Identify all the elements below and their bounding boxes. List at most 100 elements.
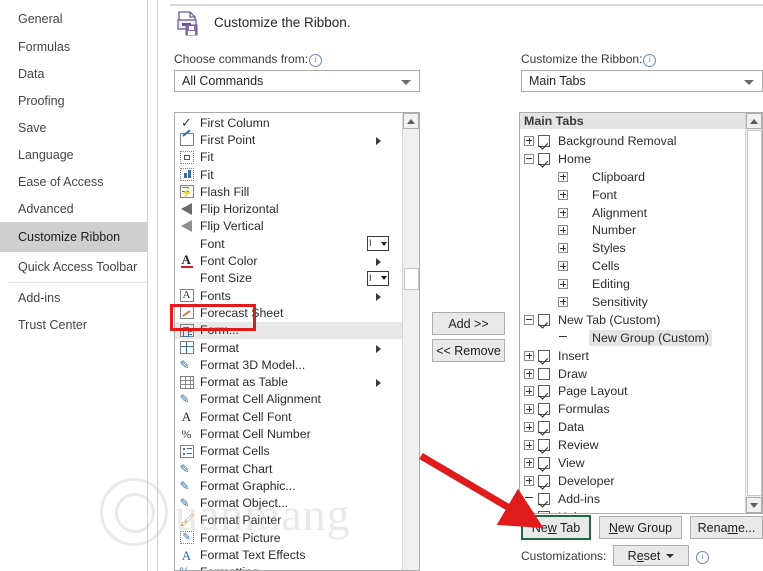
tree-node-checkbox[interactable] <box>538 152 550 165</box>
command-list-item[interactable]: ⚡ Flash Fill <box>175 183 403 200</box>
command-list-item[interactable]: Form... <box>175 321 403 339</box>
command-list-item[interactable]: A Fonts <box>175 287 403 304</box>
ribbon-tree-node[interactable]: View <box>520 454 746 472</box>
ribbon-tree-node[interactable]: Styles <box>520 239 746 257</box>
ribbon-tree-node[interactable]: Developer <box>520 472 746 490</box>
expand-icon[interactable] <box>558 225 568 236</box>
command-list-item[interactable]: A Format Cell Font <box>175 408 403 425</box>
ribbon-tree-node[interactable]: New Group (Custom) <box>520 329 746 347</box>
command-list-item[interactable]: Flip Vertical <box>175 218 403 235</box>
command-list-item[interactable]: ✓ First Column <box>175 114 403 131</box>
command-list-item[interactable]: % Formatting <box>175 564 403 570</box>
new-group-button[interactable]: New Group <box>599 516 682 539</box>
sidebar-item-language[interactable]: Language <box>0 140 148 170</box>
ribbon-tree-node[interactable]: Cells <box>520 257 746 275</box>
tree-node-checkbox[interactable] <box>538 474 550 487</box>
rename-button[interactable]: Rename... <box>690 516 763 539</box>
sidebar-item-save[interactable]: Save <box>0 113 148 143</box>
command-list-item[interactable]: A Format Text Effects <box>175 546 403 563</box>
commands-list-panel[interactable]: ✓ First Column First Point Fit Fit ⚡ Flash Fil… <box>174 112 420 571</box>
expand-icon[interactable] <box>558 243 568 254</box>
ribbon-tree-node[interactable]: Review <box>520 436 746 454</box>
command-list-item[interactable]: Font I <box>175 235 403 252</box>
sidebar-item-general[interactable]: General <box>0 4 148 34</box>
ribbon-tree-node[interactable]: Draw <box>520 365 746 383</box>
reset-button[interactable]: Reset <box>613 545 689 566</box>
expand-icon[interactable] <box>524 135 534 146</box>
scroll-down-button[interactable] <box>746 497 762 513</box>
command-list-item[interactable]: ✎ Format Graphic... <box>175 477 403 494</box>
tree-node-checkbox[interactable] <box>538 385 550 398</box>
expand-icon[interactable] <box>524 404 534 415</box>
info-icon[interactable]: i <box>309 54 323 67</box>
command-list-item[interactable]: 🖌 Format Painter <box>175 512 403 529</box>
tree-node-checkbox[interactable] <box>538 134 550 147</box>
command-list-item[interactable]: ✎ Format Cell Alignment <box>175 391 403 408</box>
command-list-item[interactable]: ✎ Format 3D Model... <box>175 356 403 373</box>
command-list-item[interactable]: ✎ Format Chart <box>175 460 403 477</box>
ribbon-tree-node[interactable]: Data <box>520 418 746 436</box>
ribbon-tree-node[interactable]: Home <box>520 150 746 168</box>
tree-node-checkbox[interactable] <box>538 492 550 505</box>
command-list-item[interactable]: First Point <box>175 129 403 148</box>
tree-node-checkbox[interactable] <box>538 439 550 452</box>
ribbon-tree-node[interactable]: Insert <box>520 347 746 365</box>
expand-icon[interactable] <box>524 422 534 433</box>
tree-node-checkbox[interactable] <box>538 421 550 434</box>
scroll-up-button[interactable] <box>746 113 762 129</box>
collapse-icon[interactable] <box>524 314 534 325</box>
expand-icon[interactable] <box>558 171 568 182</box>
sidebar-item-add-ins[interactable]: Add-ins <box>0 283 148 313</box>
ribbon-tree-node[interactable]: Add-ins <box>520 490 746 508</box>
sidebar-item-trust-center[interactable]: Trust Center <box>0 310 148 340</box>
sidebar-item-proofing[interactable]: Proofing <box>0 86 148 116</box>
tree-node-checkbox[interactable] <box>538 510 550 513</box>
tree-node-checkbox[interactable] <box>538 349 550 362</box>
ribbon-tree-node[interactable]: Background Removal <box>520 132 746 150</box>
tree-node-checkbox[interactable] <box>538 456 550 469</box>
remove-button[interactable]: << Remove <box>432 339 505 362</box>
ribbon-tree-node[interactable]: Number <box>520 221 746 239</box>
sidebar-item-customize-ribbon[interactable]: Customize Ribbon <box>0 222 148 252</box>
expand-icon[interactable] <box>558 261 568 272</box>
ribbon-tree-node[interactable]: Font <box>520 186 746 204</box>
info-icon[interactable]: i <box>696 551 709 564</box>
tree-node-checkbox[interactable] <box>538 403 550 416</box>
expand-icon[interactable] <box>524 440 534 451</box>
customize-the-ribbon-dropdown[interactable]: Main Tabs <box>521 70 763 92</box>
expand-icon[interactable] <box>524 475 534 486</box>
ribbon-tree-list[interactable]: Background Removal Home Clipboard Font Align… <box>520 132 746 513</box>
ribbon-tree-scrollbar[interactable] <box>745 113 762 513</box>
tree-node-checkbox[interactable] <box>538 313 550 326</box>
sidebar-item-quick-access-toolbar[interactable]: Quick Access Toolbar <box>0 252 148 282</box>
expand-icon[interactable] <box>524 350 534 361</box>
scrollbar-thumb[interactable] <box>747 130 762 496</box>
command-list-item[interactable]: Format as Table <box>175 373 403 390</box>
ribbon-tree-node[interactable]: Help <box>520 508 746 513</box>
command-list-item[interactable]: Font Size I <box>175 270 403 287</box>
choose-commands-from-dropdown[interactable]: All Commands <box>174 70 420 92</box>
ribbon-tree-node[interactable]: Page Layout <box>520 382 746 400</box>
sidebar-item-ease-of-access[interactable]: Ease of Access <box>0 167 148 197</box>
command-list-item[interactable]: Fit <box>175 166 403 183</box>
expand-icon[interactable] <box>524 386 534 397</box>
command-list-item[interactable]: Forecast Sheet <box>175 304 403 321</box>
ribbon-tree-node[interactable]: Alignment <box>520 204 746 222</box>
command-list-item[interactable]: ✎ Format Picture <box>175 529 403 546</box>
command-list-item[interactable]: % Format Cell Number <box>175 425 403 442</box>
command-list-item[interactable]: A Font Color <box>175 252 403 269</box>
expand-icon[interactable] <box>524 457 534 468</box>
sidebar-item-advanced[interactable]: Advanced <box>0 194 148 224</box>
expand-icon[interactable] <box>524 368 534 379</box>
command-list-item[interactable]: Flip Horizontal <box>175 200 403 217</box>
command-list-item[interactable]: Format Cells <box>175 443 403 460</box>
scroll-up-button[interactable] <box>403 113 419 129</box>
commands-list[interactable]: ✓ First Column First Point Fit Fit ⚡ Flash Fil… <box>175 114 403 570</box>
add-button[interactable]: Add >> <box>432 312 505 335</box>
sidebar-item-formulas[interactable]: Formulas <box>0 32 148 62</box>
expand-icon[interactable] <box>558 296 568 307</box>
expand-icon[interactable] <box>558 279 568 290</box>
info-icon[interactable]: i <box>643 54 657 67</box>
ribbon-tree-node[interactable]: New Tab (Custom) <box>520 311 746 329</box>
command-list-item[interactable]: Format <box>175 339 403 356</box>
